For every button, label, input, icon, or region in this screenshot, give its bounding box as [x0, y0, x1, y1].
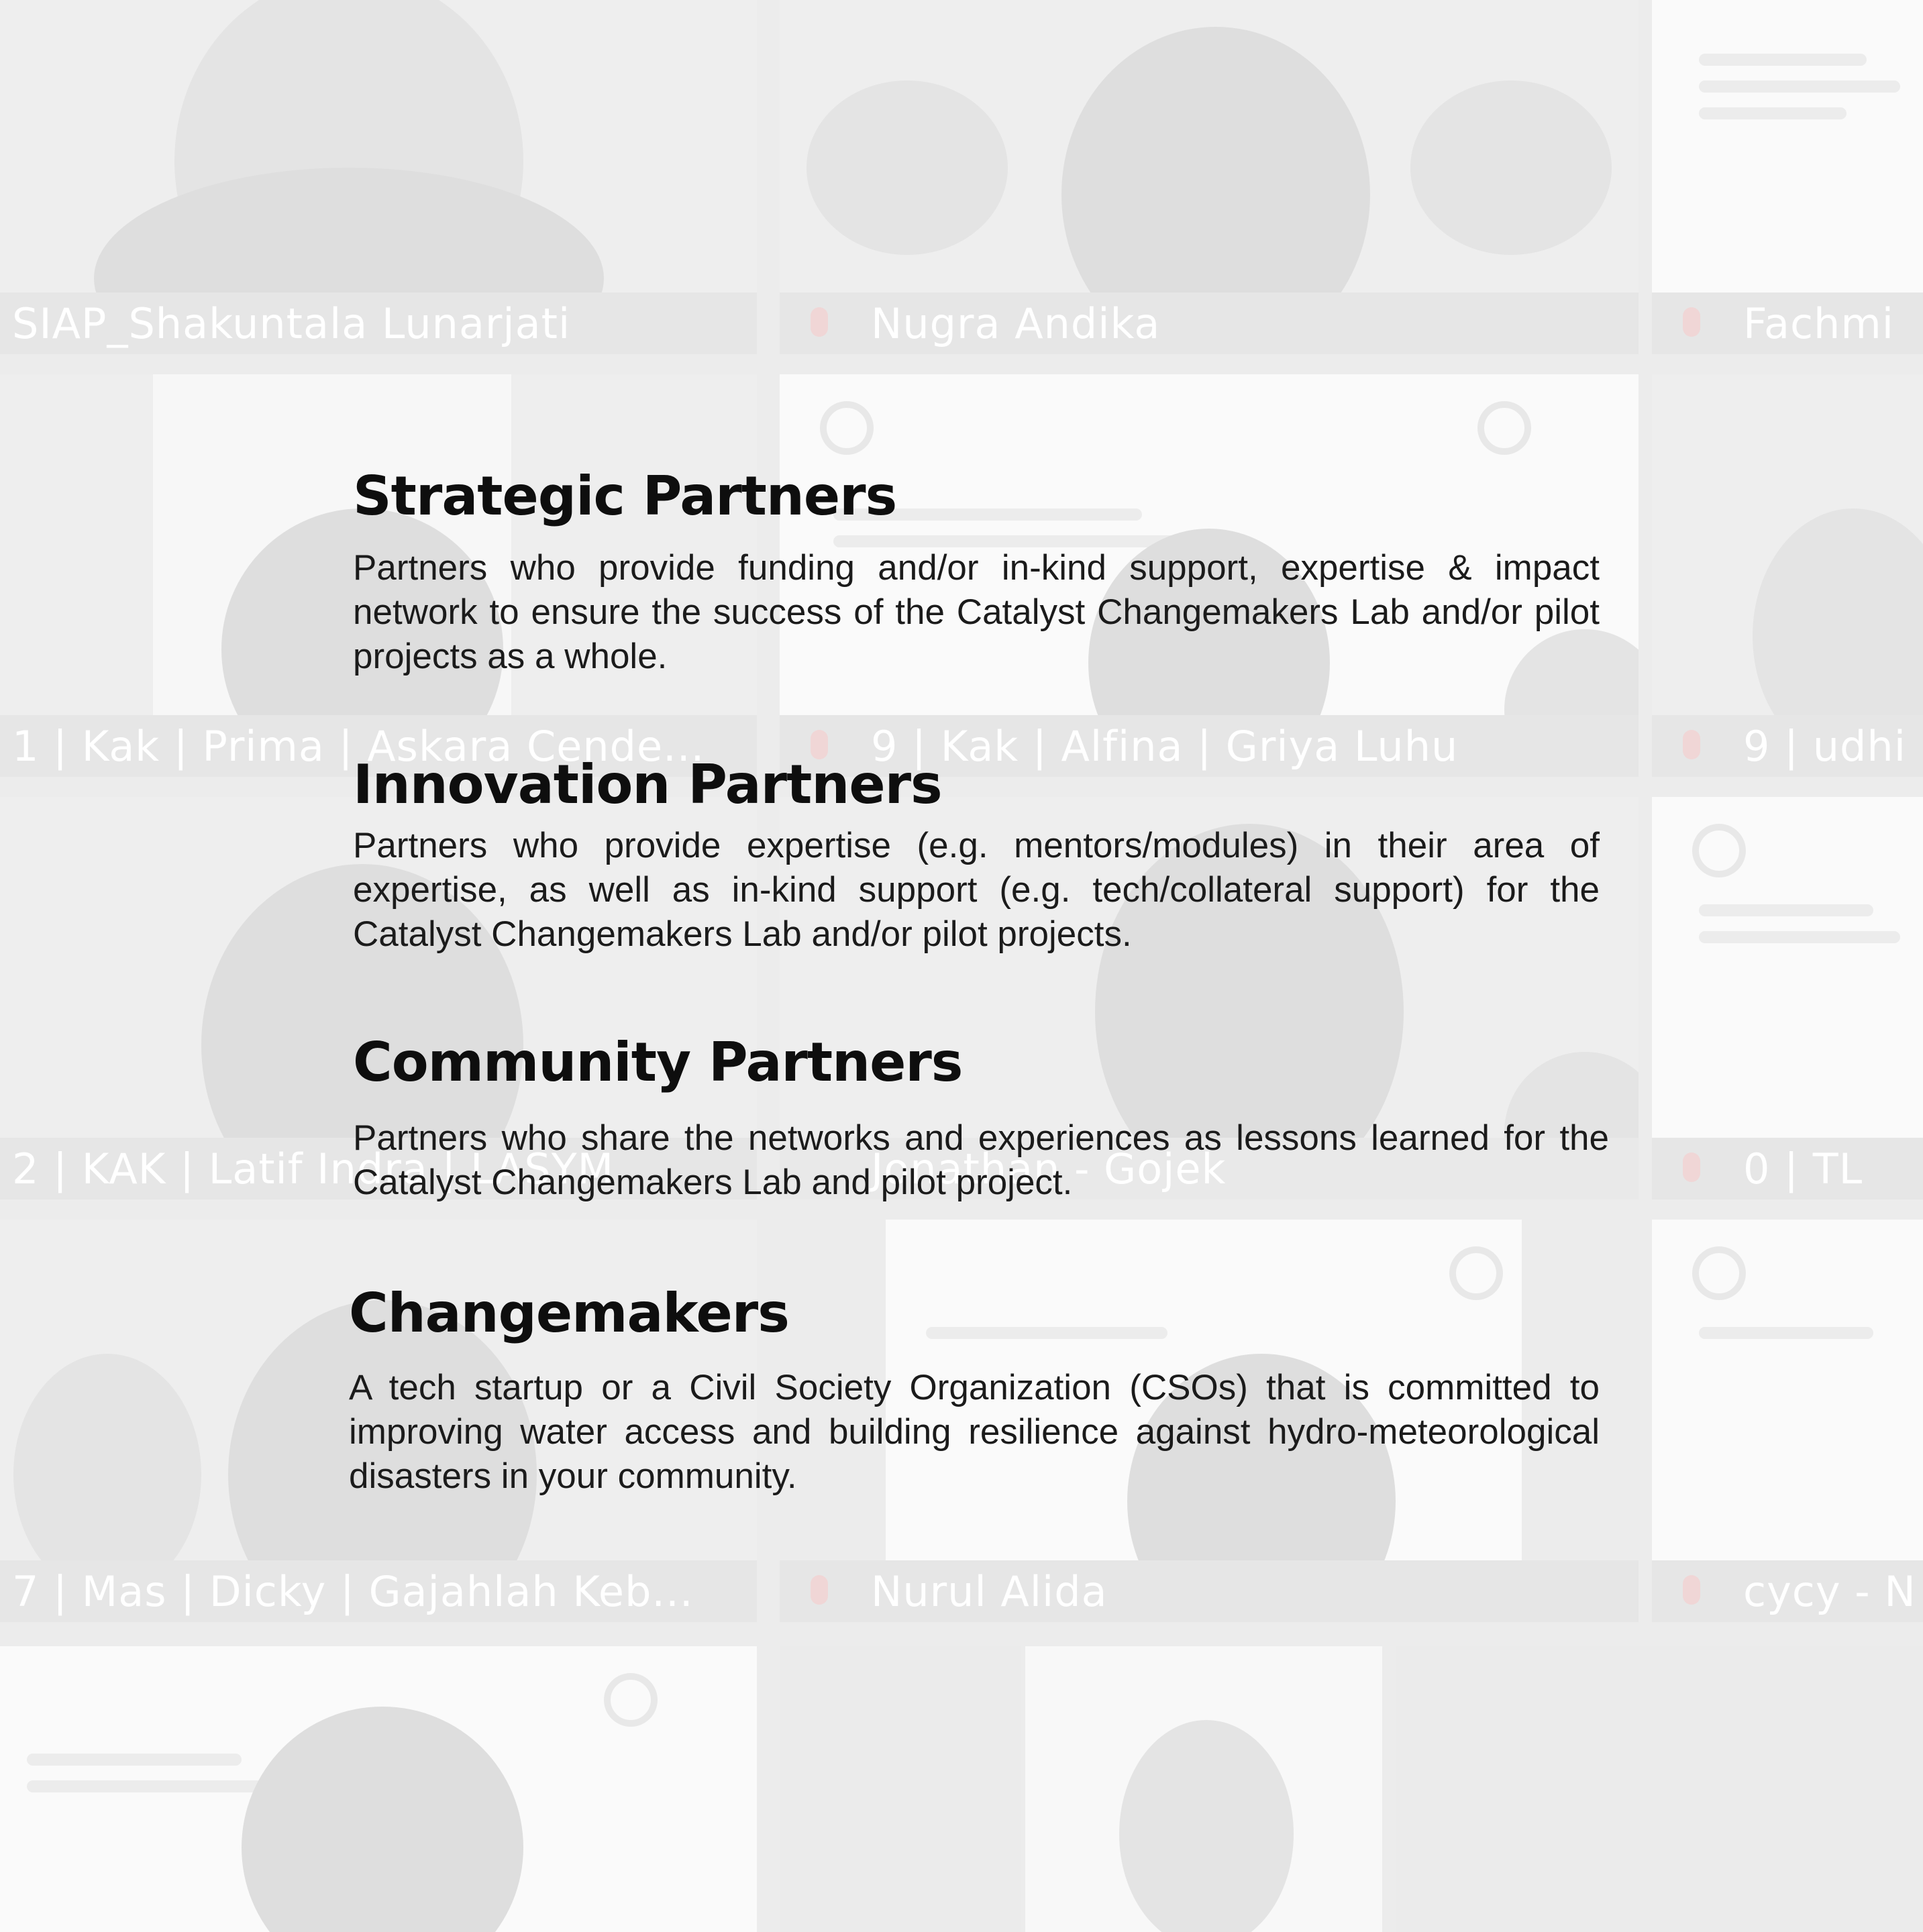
section-innovation-partners: Innovation Partners Partners who provide… [353, 753, 1600, 957]
section-description: A tech startup or a Civil Society Organi… [349, 1368, 1600, 1496]
section-community-partners: Community Partners Partners who share th… [353, 1030, 1609, 1205]
section-description: Partners who share the networks and expe… [353, 1118, 1609, 1202]
section-changemakers: Changemakers A tech startup or a Civil S… [349, 1281, 1600, 1499]
section-title: Innovation Partners [353, 753, 943, 816]
section-title: Strategic Partners [353, 465, 897, 527]
partner-descriptions: Strategic Partners Partners who provide … [0, 0, 1923, 1932]
section-strategic-partners: Strategic Partners Partners who provide … [353, 464, 1600, 679]
section-title: Changemakers [349, 1282, 790, 1344]
section-title: Community Partners [353, 1031, 963, 1093]
section-description: Partners who provide expertise (e.g. men… [353, 826, 1600, 954]
section-description: Partners who provide funding and/or in-k… [353, 548, 1600, 676]
